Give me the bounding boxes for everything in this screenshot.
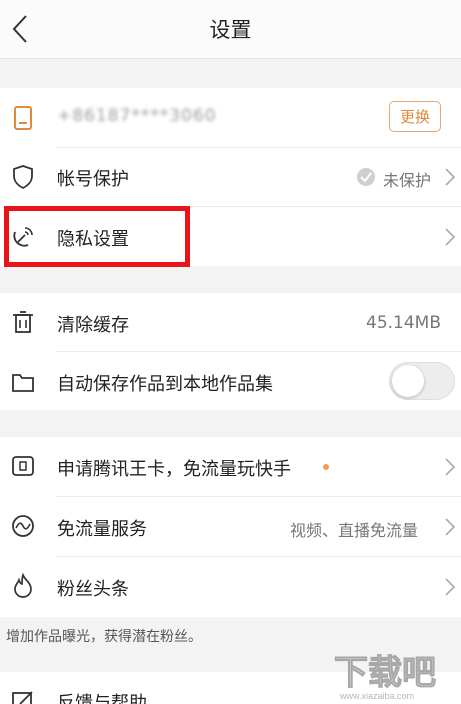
chevron-right-icon xyxy=(445,518,456,536)
page-title: 设置 xyxy=(209,18,252,42)
flame-icon xyxy=(14,573,32,598)
change-phone-button[interactable]: 更换 xyxy=(389,101,441,132)
highlight-box xyxy=(4,206,190,267)
check-circle-icon xyxy=(357,168,375,186)
watermark-url: www.xiazaiba.com xyxy=(339,691,414,701)
shield-icon xyxy=(13,165,33,190)
edit-icon xyxy=(12,691,33,704)
fan-headline-row[interactable]: 粉丝头条 xyxy=(0,557,461,616)
protect-status: 未保护 xyxy=(383,171,432,190)
new-dot xyxy=(323,464,329,470)
free-data-value: 视频、直播免流量 xyxy=(290,521,419,540)
chevron-right-icon xyxy=(445,168,456,186)
fan-headline-label: 粉丝头条 xyxy=(57,579,129,600)
cache-size: 45.14MB xyxy=(366,313,441,333)
auto-save-label: 自动保存作品到本地作品集 xyxy=(57,374,273,395)
free-data-row[interactable]: 免流量服务 视频、直播免流量 xyxy=(0,497,461,556)
folder-icon xyxy=(12,374,34,392)
phone-icon xyxy=(14,106,32,130)
auto-save-toggle[interactable] xyxy=(389,362,455,400)
trash-icon xyxy=(13,311,33,333)
chevron-right-icon xyxy=(445,578,456,596)
fan-headline-note: 增加作品曝光，获得潜在粉丝。 xyxy=(6,629,202,645)
tencent-card-label: 申请腾讯王卡，免流量玩快手 xyxy=(57,459,291,480)
feedback-label: 反馈与帮助 xyxy=(57,693,147,704)
clear-cache-row[interactable]: 清除缓存 45.14MB xyxy=(0,293,461,352)
top-bar: 设置 xyxy=(0,0,461,59)
toggle-knob xyxy=(392,365,424,397)
phone-number: +86187****3060 xyxy=(57,106,217,126)
account-protect-label: 帐号保护 xyxy=(57,169,129,190)
free-data-label: 免流量服务 xyxy=(57,519,147,540)
watermark-text: 下载吧 xyxy=(334,653,436,693)
tencent-card-row[interactable]: 申请腾讯王卡，免流量玩快手 xyxy=(0,437,461,496)
sim-card-icon xyxy=(12,456,34,476)
clear-cache-label: 清除缓存 xyxy=(57,315,129,336)
chevron-right-icon xyxy=(445,228,456,246)
account-protect-row[interactable]: 帐号保护 未保护 xyxy=(0,148,461,207)
chevron-right-icon xyxy=(445,458,456,476)
watermark-logo: 下载吧 www.xiazaiba.com xyxy=(334,653,437,702)
wave-icon xyxy=(12,515,34,537)
